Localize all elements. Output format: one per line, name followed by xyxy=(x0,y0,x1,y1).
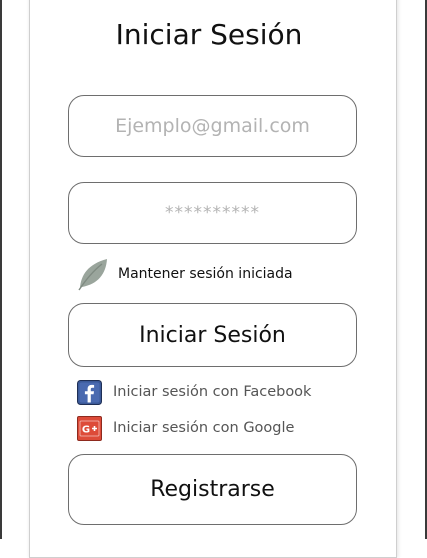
facebook-icon[interactable] xyxy=(77,379,102,405)
svg-text:G: G xyxy=(82,424,90,435)
login-button[interactable]: Iniciar Sesión xyxy=(68,303,357,367)
google-plus-icon[interactable]: G xyxy=(77,415,102,441)
window-left-edge xyxy=(0,0,2,539)
password-input[interactable] xyxy=(92,203,333,223)
facebook-login-label: Iniciar sesión con Facebook xyxy=(113,384,312,400)
facebook-login-link[interactable]: Iniciar sesión con Facebook xyxy=(77,379,311,405)
register-button[interactable]: Registrarse xyxy=(68,454,357,525)
google-login-link[interactable]: G Iniciar sesión con Google xyxy=(77,415,294,441)
password-field[interactable] xyxy=(68,182,357,244)
keep-session-row[interactable]: Mantener sesión iniciada xyxy=(76,257,293,291)
leaf-icon[interactable] xyxy=(76,257,110,291)
email-field[interactable] xyxy=(68,95,357,157)
page-title: Iniciar Sesión xyxy=(115,18,303,51)
keep-session-label: Mantener sesión iniciada xyxy=(118,266,293,282)
email-input[interactable] xyxy=(92,115,333,137)
google-login-label: Iniciar sesión con Google xyxy=(113,420,295,436)
